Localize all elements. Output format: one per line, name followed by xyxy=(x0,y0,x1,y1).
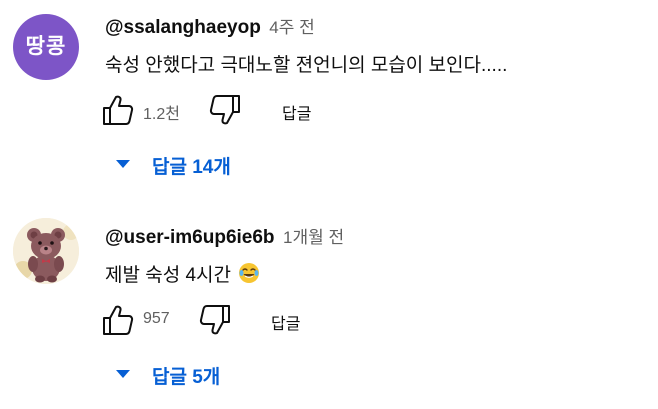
thumb-up-icon xyxy=(103,95,134,125)
caret-down-icon xyxy=(116,160,130,168)
comment-header: @ssalanghaeyop 4주 전 xyxy=(105,13,315,39)
caret-down-icon xyxy=(116,370,130,378)
comment: 땅콩 @ssalanghaeyop 4주 전 숙성 안했다고 극대노할 젼언니의… xyxy=(0,0,658,200)
teddy-bear-avatar-icon xyxy=(13,218,79,284)
comment-text: 제발 숙성 4시간 xyxy=(105,260,260,290)
avatar[interactable] xyxy=(13,218,79,284)
replies-count-label: 답글 14개 xyxy=(152,157,231,178)
like-count: 1.2천 xyxy=(143,106,180,123)
face-with-tears-of-joy-icon xyxy=(238,262,260,290)
dislike-button[interactable] xyxy=(207,92,243,128)
comments-section: 땅콩 @ssalanghaeyop 4주 전 숙성 안했다고 극대노할 젼언니의… xyxy=(0,0,658,409)
dislike-button[interactable] xyxy=(197,302,233,338)
like-button[interactable] xyxy=(100,302,136,338)
comment-actions: 1.2천 답글 xyxy=(100,92,500,128)
comment-actions: 957 답글 xyxy=(100,302,500,338)
comment: @user-im6up6ie6b 1개월 전 제발 숙성 4시간 957 답글 … xyxy=(0,210,658,409)
thumb-down-icon xyxy=(199,305,230,335)
author-name[interactable]: @ssalanghaeyop xyxy=(105,17,261,38)
comment-text-body: 제발 숙성 4시간 xyxy=(105,265,232,286)
comment-time[interactable]: 1개월 전 xyxy=(283,228,344,247)
like-count: 957 xyxy=(143,310,170,327)
avatar-initials: 땅콩 xyxy=(25,35,67,58)
avatar[interactable]: 땅콩 xyxy=(13,14,79,80)
author-name[interactable]: @user-im6up6ie6b xyxy=(105,227,275,248)
like-button[interactable] xyxy=(100,92,136,128)
replies-count-label: 답글 5개 xyxy=(152,367,221,388)
thumb-up-icon xyxy=(103,305,134,335)
reply-button[interactable]: 답글 xyxy=(271,310,300,334)
comment-text: 숙성 안했다고 극대노할 젼언니의 모습이 보인다..... xyxy=(105,55,508,76)
reply-button[interactable]: 답글 xyxy=(282,100,311,124)
comment-header: @user-im6up6ie6b 1개월 전 xyxy=(105,223,344,249)
thumb-down-icon xyxy=(209,95,240,125)
comment-time[interactable]: 4주 전 xyxy=(269,18,314,37)
